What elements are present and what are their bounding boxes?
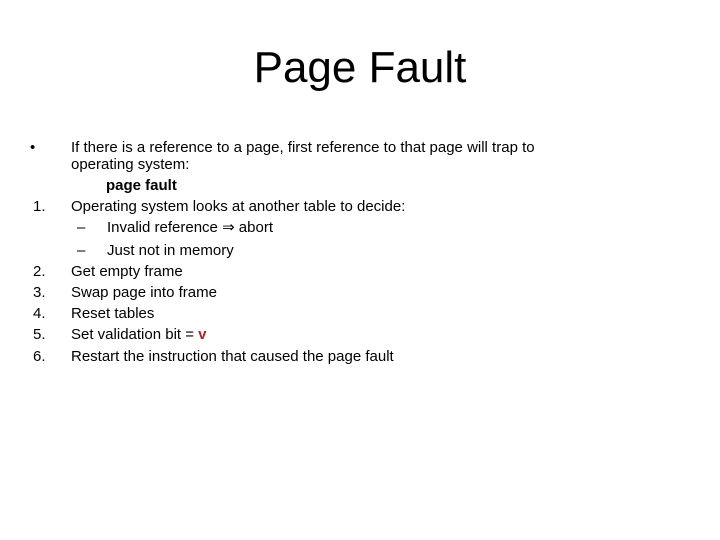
step-number: 1. bbox=[33, 198, 46, 215]
intro-line-2: operating system: bbox=[71, 156, 190, 173]
step-number: 2. bbox=[33, 263, 46, 280]
step-number: 6. bbox=[33, 348, 46, 365]
validation-bit-value: v bbox=[198, 326, 207, 343]
step-text: Get empty frame bbox=[71, 263, 183, 280]
step-text: Operating system looks at another table … bbox=[71, 198, 406, 215]
sub-item: Just not in memory bbox=[107, 242, 234, 259]
step-text: Restart the instruction that caused the … bbox=[71, 348, 394, 365]
intro-line-1: If there is a reference to a page, first… bbox=[71, 139, 535, 156]
page-fault-emphasis: page fault bbox=[106, 177, 177, 194]
sub-dash: – bbox=[77, 242, 86, 259]
step-text: Reset tables bbox=[71, 305, 155, 322]
step-text: Set validation bit = v bbox=[71, 326, 207, 344]
step-text-main: Set validation bit = bbox=[71, 326, 199, 343]
step-number: 3. bbox=[33, 284, 46, 301]
step-number: 4. bbox=[33, 305, 46, 322]
bullet-marker: • bbox=[30, 139, 36, 156]
sub-dash: – bbox=[77, 219, 86, 236]
sub-item: Invalid reference ⇒ abort bbox=[107, 219, 273, 236]
step-number: 5. bbox=[33, 326, 46, 343]
step-text: Swap page into frame bbox=[71, 284, 217, 301]
slide-title: Page Fault bbox=[253, 43, 467, 92]
